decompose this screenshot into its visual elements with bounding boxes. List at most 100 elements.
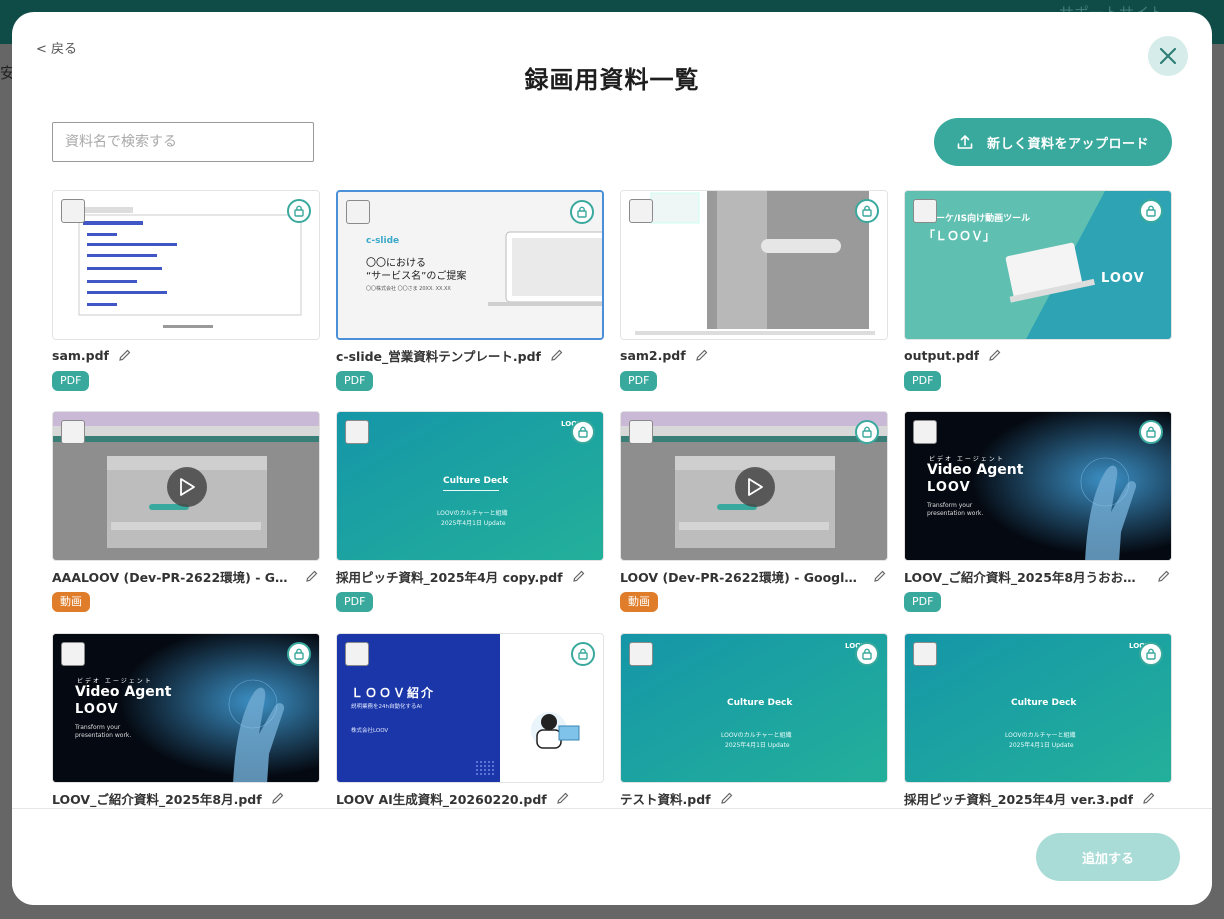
close-button[interactable]: [1148, 36, 1188, 76]
search-input[interactable]: [52, 122, 314, 162]
document-card[interactable]: ＬＯＯＶ紹介 説明業務を24h自動化するAI 株式会社LOOV LOOV AI生…: [336, 633, 604, 808]
select-checkbox[interactable]: [61, 420, 85, 444]
select-checkbox[interactable]: [629, 199, 653, 223]
edit-pencil-icon[interactable]: [989, 349, 1001, 361]
lock-button[interactable]: [571, 420, 595, 444]
edit-pencil-icon[interactable]: [874, 570, 886, 582]
document-list-modal: < 戻る 録画用資料一覧 新しく資料をアップロード: [12, 12, 1212, 905]
document-thumbnail[interactable]: ビデオ エージェント Video Agent LOOV Transform yo…: [52, 633, 320, 783]
document-thumbnail[interactable]: マーケ/IS向け動画ツール 「ＬＯＯＶ」 LOOV: [904, 190, 1172, 340]
edit-pencil-icon[interactable]: [1158, 570, 1170, 582]
document-thumbnail[interactable]: [52, 190, 320, 340]
document-card[interactable]: sam2.pdf PDF: [620, 190, 888, 391]
edit-pencil-icon[interactable]: [572, 570, 585, 582]
document-name: c-slide_営業資料テンプレート.pdf: [336, 348, 541, 364]
document-thumbnail[interactable]: Culture Deck LOOVのカルチャーと組織 2025年4月1日 Upd…: [904, 633, 1172, 783]
lock-button[interactable]: [1139, 199, 1163, 223]
lock-icon: [578, 648, 588, 660]
play-button[interactable]: [735, 467, 775, 507]
play-button[interactable]: [167, 467, 207, 507]
thumb-va-title: Video Agent: [75, 684, 172, 700]
lock-button[interactable]: [571, 642, 595, 666]
thumbnail-art: [905, 634, 1171, 782]
document-card[interactable]: Culture Deck LOOVのカルチャーと組織 2025年4月1日 Upd…: [904, 633, 1172, 808]
close-icon: [1159, 47, 1177, 65]
thumb-ai-company: 株式会社LOOV: [351, 728, 389, 734]
document-card[interactable]: LOOV (Dev-PR-2622環境) - Google Chrome 動画: [620, 411, 888, 612]
thumb-culture-sub1: LOOVのカルチャーと組織: [721, 732, 792, 739]
select-checkbox[interactable]: [629, 420, 653, 444]
document-thumbnail[interactable]: Culture Deck LOOVのカルチャーと組織 2025年4月1日 Upd…: [620, 633, 888, 783]
document-card[interactable]: c-slide 〇〇における “サービス名”のご提案 〇〇株式会社 〇〇さま 2…: [336, 190, 604, 391]
document-card[interactable]: マーケ/IS向け動画ツール 「ＬＯＯＶ」 LOOV output.pdf PDF: [904, 190, 1172, 391]
thumb-output-line1: マーケ/IS向け動画ツール: [927, 214, 1031, 224]
select-checkbox[interactable]: [61, 642, 85, 666]
add-button[interactable]: 追加する: [1036, 833, 1180, 881]
upload-button[interactable]: 新しく資料をアップロード: [934, 118, 1172, 166]
select-checkbox[interactable]: [913, 420, 937, 444]
lock-button[interactable]: [287, 199, 311, 223]
select-checkbox[interactable]: [61, 199, 85, 223]
lock-icon: [862, 205, 872, 217]
back-link[interactable]: < 戻る: [36, 38, 77, 57]
thumb-culture-title: Culture Deck: [727, 698, 793, 708]
edit-pencil-icon[interactable]: [1143, 792, 1155, 804]
document-card[interactable]: sam.pdf PDF: [52, 190, 320, 391]
document-thumbnail[interactable]: c-slide 〇〇における “サービス名”のご提案 〇〇株式会社 〇〇さま 2…: [336, 190, 604, 340]
edit-pencil-icon[interactable]: [551, 349, 563, 361]
thumb-culture-sub2: 2025年4月1日 Update: [1009, 742, 1074, 749]
document-thumbnail[interactable]: Culture Deck LOOVのカルチャーと組織 2025年4月1日 Upd…: [336, 411, 604, 561]
document-card[interactable]: ビデオ エージェント Video Agent LOOV Transform yo…: [904, 411, 1172, 612]
thumbnail-art: [621, 191, 887, 339]
thumb-culture-sub2: 2025年4月1日 Update: [725, 742, 790, 749]
thumb-va-title: Video Agent: [927, 462, 1024, 478]
select-checkbox[interactable]: [345, 642, 369, 666]
edit-pencil-icon[interactable]: [556, 792, 569, 804]
edit-pencil-icon[interactable]: [271, 792, 284, 804]
document-card[interactable]: AAALOOV (Dev-PR-2622環境) - Google Chrome …: [52, 411, 320, 612]
document-thumbnail[interactable]: ビデオ エージェント Video Agent LOOV Transform yo…: [904, 411, 1172, 561]
lock-icon: [862, 426, 872, 438]
edit-pencil-icon[interactable]: [119, 349, 131, 361]
document-card[interactable]: Culture Deck LOOVのカルチャーと組織 2025年4月1日 Upd…: [620, 633, 888, 808]
lock-button[interactable]: [1139, 642, 1163, 666]
thumb-culture-sub1: LOOVのカルチャーと組織: [1005, 732, 1076, 739]
type-badge: PDF: [904, 371, 942, 391]
edit-pencil-icon[interactable]: [306, 570, 318, 582]
select-checkbox[interactable]: [913, 642, 937, 666]
lock-button[interactable]: [855, 199, 879, 223]
edit-pencil-icon[interactable]: [695, 349, 708, 361]
thumb-va-sub1: Transform your: [927, 502, 973, 509]
document-thumbnail[interactable]: [52, 411, 320, 561]
document-thumbnail[interactable]: [620, 411, 888, 561]
document-thumbnail[interactable]: [620, 190, 888, 340]
select-checkbox[interactable]: [629, 642, 653, 666]
thumb-va-sub2: presentation work.: [927, 510, 984, 517]
type-badge: PDF: [336, 592, 374, 612]
lock-button[interactable]: [855, 642, 879, 666]
select-checkbox[interactable]: [913, 199, 937, 223]
lock-icon: [1146, 205, 1156, 217]
select-checkbox[interactable]: [346, 200, 370, 224]
document-card[interactable]: ビデオ エージェント Video Agent LOOV Transform yo…: [52, 633, 320, 808]
document-thumbnail[interactable]: ＬＯＯＶ紹介 説明業務を24h自動化するAI 株式会社LOOV: [336, 633, 604, 783]
lock-icon: [1146, 426, 1156, 438]
lock-button[interactable]: [855, 420, 879, 444]
thumb-ai-sub: 説明業務を24h自動化するAI: [351, 704, 422, 710]
thumb-culture-sub1: LOOVのカルチャーと組織: [437, 510, 508, 517]
select-checkbox[interactable]: [345, 420, 369, 444]
thumb-culture-title: Culture Deck: [443, 476, 509, 486]
document-name: 採用ピッチ資料_2025年4月 ver.3.pdf: [904, 791, 1134, 807]
lock-button[interactable]: [287, 642, 311, 666]
lock-button[interactable]: [1139, 420, 1163, 444]
lock-icon: [1146, 648, 1156, 660]
thumbnail-art: [621, 634, 887, 782]
document-name: LOOV AI生成資料_20260220.pdf: [336, 791, 547, 807]
thumb-ai-title: ＬＯＯＶ紹介: [351, 686, 436, 700]
lock-button[interactable]: [570, 200, 594, 224]
document-card[interactable]: Culture Deck LOOVのカルチャーと組織 2025年4月1日 Upd…: [336, 411, 604, 612]
edit-pencil-icon[interactable]: [720, 792, 733, 804]
play-icon: [180, 478, 195, 496]
document-name: AAALOOV (Dev-PR-2622環境) - Google Chrome: [52, 569, 296, 585]
thumb-cslide-logo: c-slide: [366, 236, 400, 246]
